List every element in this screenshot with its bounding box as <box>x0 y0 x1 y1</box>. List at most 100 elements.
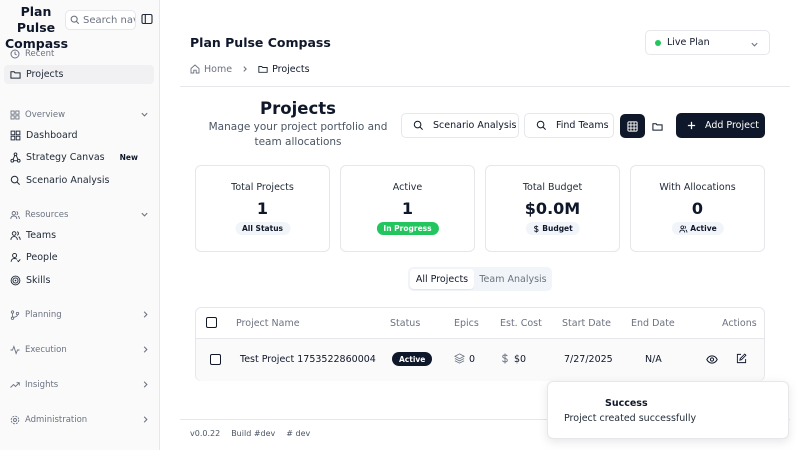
project-name[interactable]: Test Project 1753522860004 <box>240 354 376 365</box>
projects-table: Project Name Status Epics Est. Cost Star… <box>195 307 765 381</box>
sidebar-item-label: Scenario Analysis <box>26 175 110 186</box>
folder-icon <box>652 121 663 132</box>
panel-left-icon <box>141 13 153 25</box>
row-checkbox[interactable] <box>210 354 221 365</box>
stat-card-with-allocations: With Allocations 0 Active <box>630 165 765 252</box>
stat-value: 1 <box>256 199 269 218</box>
dollar-icon <box>501 353 509 364</box>
breadcrumb: Home Projects <box>190 62 310 76</box>
grid-icon <box>10 110 20 120</box>
sidebar-item-label: Teams <box>26 230 57 241</box>
chevron-down-icon <box>750 40 759 49</box>
layers-icon <box>454 353 465 364</box>
find-teams-button[interactable]: Find Teams <box>524 113 614 138</box>
select-all-checkbox[interactable] <box>206 317 217 328</box>
sidebar-search-input[interactable] <box>83 14 135 26</box>
stat-label: Active <box>392 182 423 193</box>
stat-card-active: Active 1 In Progress <box>340 165 475 252</box>
sidebar-item-skills[interactable]: Skills <box>4 271 154 290</box>
stat-badge: Budget <box>525 222 580 235</box>
project-tabs: All Projects Team Analysis <box>408 267 552 291</box>
activity-icon <box>10 345 20 355</box>
build-label: Build #dev <box>231 429 276 438</box>
view-button[interactable] <box>706 354 718 365</box>
search-icon <box>413 120 424 131</box>
stat-label: Total Budget <box>522 182 583 193</box>
success-toast[interactable]: Success Project created successfully <box>547 381 789 439</box>
header-title: Plan Pulse Compass <box>190 35 331 50</box>
home-icon <box>190 64 200 74</box>
table-icon <box>627 120 638 132</box>
stat-badge: Active <box>671 222 724 235</box>
settings-icon <box>10 415 20 425</box>
sidebar-group-resources[interactable]: Resources <box>10 210 150 220</box>
column-header-cost: Est. Cost <box>500 318 542 329</box>
sidebar-item-label: Projects <box>26 69 64 80</box>
chevron-down-icon <box>140 210 149 219</box>
table-view-button[interactable] <box>620 114 645 138</box>
page-title: Projects <box>260 99 336 118</box>
folder-icon <box>258 64 268 74</box>
dashboard-icon <box>10 130 21 141</box>
trending-icon <box>10 380 20 390</box>
column-header-epics: Epics <box>454 318 479 329</box>
sidebar-item-label: Strategy Canvas <box>26 152 105 163</box>
sidebar-item-teams[interactable]: Teams <box>4 226 154 245</box>
stat-value: 0 <box>691 199 704 218</box>
app-title: Plan Pulse Compass <box>5 4 69 51</box>
sidebar-item-label: Dashboard <box>26 130 78 141</box>
dollar-icon <box>532 224 539 233</box>
sidebar-item-scenario-analysis[interactable]: Scenario Analysis <box>4 171 154 190</box>
folder-view-button[interactable] <box>645 114 670 138</box>
stat-value: 1 <box>401 199 414 218</box>
sidebar-group-insights[interactable]: Insights <box>10 377 150 393</box>
branch-icon <box>10 310 20 320</box>
search-icon <box>536 120 547 131</box>
column-header-status: Status <box>390 318 421 329</box>
users-icon <box>678 224 687 233</box>
breadcrumb-home[interactable]: Home <box>204 64 232 75</box>
search-icon <box>70 15 80 25</box>
column-header-end: End Date <box>631 318 675 329</box>
hash-label: # dev <box>286 429 311 438</box>
sidebar-group-planning[interactable]: Planning <box>10 307 150 323</box>
toast-message: Project created successfully <box>564 413 697 424</box>
folder-icon <box>10 69 21 80</box>
sidebar-item-strategy-canvas[interactable]: Strategy Canvas New <box>4 148 154 167</box>
sidebar-group-administration[interactable]: Administration <box>10 412 150 428</box>
estimated-cost: $0 <box>514 354 527 365</box>
chevron-down-icon <box>140 110 149 119</box>
column-header-actions: Actions <box>722 318 757 329</box>
clock-icon <box>10 49 20 59</box>
stat-badge: All Status <box>235 222 290 235</box>
epics-count: 0 <box>469 354 476 365</box>
toast-title: Success <box>605 398 648 409</box>
new-badge: New <box>119 153 138 162</box>
header-divider <box>180 86 790 87</box>
sidebar-toggle-button[interactable] <box>141 13 153 25</box>
stat-card-total-budget: Total Budget $0.0M Budget <box>485 165 620 252</box>
tab-all-projects[interactable]: All Projects <box>410 269 474 289</box>
sidebar-group-overview[interactable]: Overview <box>10 110 150 120</box>
sidebar-item-projects-recent[interactable]: Projects <box>4 65 154 84</box>
chevron-right-icon <box>141 345 150 354</box>
scenario-analysis-button[interactable]: Scenario Analysis <box>401 113 519 138</box>
edit-icon <box>736 353 747 364</box>
edit-button[interactable] <box>736 353 747 364</box>
plan-mode-select[interactable]: Live Plan <box>645 30 770 55</box>
add-project-button[interactable]: Add Project <box>676 113 765 138</box>
sidebar-item-dashboard[interactable]: Dashboard <box>4 126 154 145</box>
start-date: 7/27/2025 <box>564 354 613 365</box>
footer: v0.0.22 Build #dev # dev <box>190 429 310 438</box>
table-row[interactable]: Test Project 1753522860004 Active 0 $0 7… <box>196 339 764 381</box>
sidebar-search[interactable] <box>65 10 136 30</box>
tab-team-analysis[interactable]: Team Analysis <box>477 269 549 289</box>
sidebar: Plan Pulse Compass Recent Projects Overv… <box>0 0 160 450</box>
plus-icon <box>687 121 696 130</box>
plan-mode-value: Live Plan <box>667 37 710 48</box>
status-badge: Active <box>392 352 433 366</box>
end-date: N/A <box>645 354 662 365</box>
sidebar-group-execution[interactable]: Execution <box>10 342 150 358</box>
sidebar-item-people[interactable]: People <box>4 248 154 267</box>
search-icon <box>10 175 21 186</box>
